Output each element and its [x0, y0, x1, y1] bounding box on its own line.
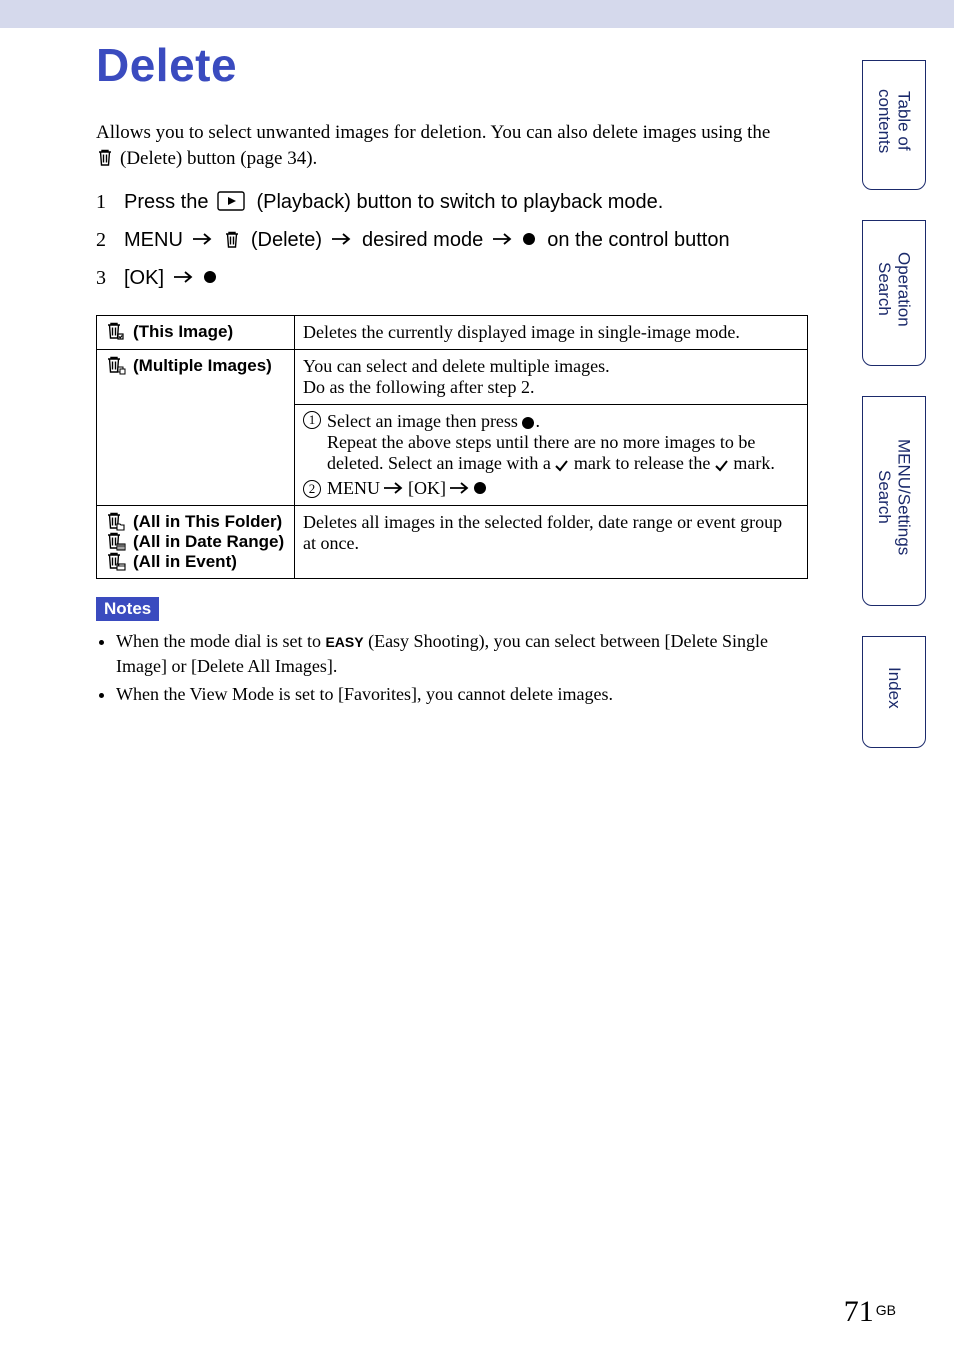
desc-text: mark to release the	[574, 453, 710, 473]
dot-icon	[523, 233, 537, 247]
step-text: on the control button	[547, 221, 729, 259]
trash-icon	[96, 149, 114, 167]
step-3: 3 [OK]	[96, 259, 808, 297]
trash-event-icon	[105, 552, 127, 572]
dot-icon	[522, 417, 535, 430]
intro-line-1: Allows you to select unwanted images for…	[96, 120, 808, 146]
mode-label: (All in Event)	[133, 552, 237, 572]
step-number: 3	[96, 259, 114, 297]
arrow-icon	[450, 483, 470, 495]
table-row: (All in This Folder) (All in Date Range)…	[97, 506, 808, 579]
mode-label: (All in Date Range)	[133, 532, 284, 552]
step-text: desired mode	[362, 221, 483, 259]
playback-icon	[218, 192, 246, 212]
trash-date-icon	[105, 532, 127, 552]
header-band	[0, 0, 954, 28]
tab-menu-settings-search[interactable]: MENU/SettingsSearch	[862, 396, 926, 606]
check-icon	[555, 460, 569, 472]
page-title: Delete	[96, 38, 808, 92]
mode-table: (This Image) Deletes the currently displ…	[96, 315, 808, 579]
step-text: (Playback) button to switch to playback …	[256, 183, 663, 221]
substep-number: 1	[303, 411, 321, 429]
desc-text: .	[535, 411, 540, 431]
arrow-icon	[332, 234, 352, 246]
step-text: MENU	[124, 221, 183, 259]
mode-label: (All in This Folder)	[133, 512, 282, 532]
trash-this-image-icon	[105, 322, 127, 342]
desc-text: mark.	[733, 453, 774, 473]
tab-toc[interactable]: Table ofcontents	[862, 60, 926, 190]
step-1: 1 Press the (Playback) button to switch …	[96, 183, 808, 221]
step-number: 1	[96, 183, 114, 221]
page-number: 71GB	[844, 1295, 896, 1329]
mode-desc: Deletes the currently displayed image in…	[295, 316, 808, 350]
step-text: [OK]	[124, 259, 164, 297]
notes-badge: Notes	[96, 597, 159, 621]
notes-list: When the mode dial is set to EASY (Easy …	[96, 629, 808, 706]
note-item: When the mode dial is set to EASY (Easy …	[116, 629, 808, 678]
intro-line-2: (Delete) button (page 34).	[120, 146, 317, 172]
tab-label: Search	[874, 252, 894, 327]
arrow-icon	[174, 272, 194, 284]
trash-icon	[223, 231, 241, 249]
tab-label: MENU/Settings	[894, 439, 914, 555]
step-number: 2	[96, 221, 114, 259]
desc-text: Do as the following after step 2.	[303, 377, 799, 398]
easy-label: EASY	[325, 634, 363, 650]
mode-label: (Multiple Images)	[133, 356, 272, 376]
mode-label: (This Image)	[133, 322, 233, 342]
note-item: When the View Mode is set to [Favorites]…	[116, 682, 808, 706]
tab-label: Search	[874, 439, 894, 555]
tab-label: Table of	[894, 89, 914, 153]
content-area: Delete Allows you to select unwanted ima…	[96, 38, 808, 710]
step-text: Press the	[124, 183, 208, 221]
tab-label: Operation	[894, 252, 914, 327]
tab-operation-search[interactable]: OperationSearch	[862, 220, 926, 366]
trash-multiple-icon	[105, 356, 127, 376]
intro-text: Allows you to select unwanted images for…	[96, 120, 808, 171]
tab-index[interactable]: Index	[862, 636, 926, 748]
page-number-suffix: GB	[876, 1302, 896, 1318]
mode-desc: Deletes all images in the selected folde…	[295, 506, 808, 579]
steps-list: 1 Press the (Playback) button to switch …	[96, 183, 808, 297]
desc-text: [OK]	[408, 478, 446, 499]
arrow-icon	[493, 234, 513, 246]
table-row: (Multiple Images) You can select and del…	[97, 350, 808, 506]
arrow-icon	[193, 234, 213, 246]
dot-icon	[474, 482, 487, 495]
dot-icon	[204, 271, 218, 285]
step-2: 2 MENU (Delete) desired mode on the cont…	[96, 221, 808, 259]
desc-text: MENU	[327, 478, 380, 499]
tab-label: Index	[884, 653, 904, 731]
page-number-value: 71	[844, 1295, 874, 1328]
note-text: When the mode dial is set to	[116, 631, 321, 651]
side-tabs: Table ofcontents OperationSearch MENU/Se…	[862, 60, 926, 778]
trash-folder-icon	[105, 512, 127, 532]
desc-text: You can select and delete multiple image…	[303, 356, 799, 377]
table-row: (This Image) Deletes the currently displ…	[97, 316, 808, 350]
tab-label: contents	[874, 89, 894, 153]
check-icon	[715, 460, 729, 472]
mode-desc: You can select and delete multiple image…	[295, 350, 808, 506]
step-text: (Delete)	[251, 221, 322, 259]
substep-number: 2	[303, 480, 321, 498]
arrow-icon	[384, 483, 404, 495]
manual-page: Delete Allows you to select unwanted ima…	[0, 0, 954, 1369]
desc-text: Select an image then press	[327, 411, 518, 431]
